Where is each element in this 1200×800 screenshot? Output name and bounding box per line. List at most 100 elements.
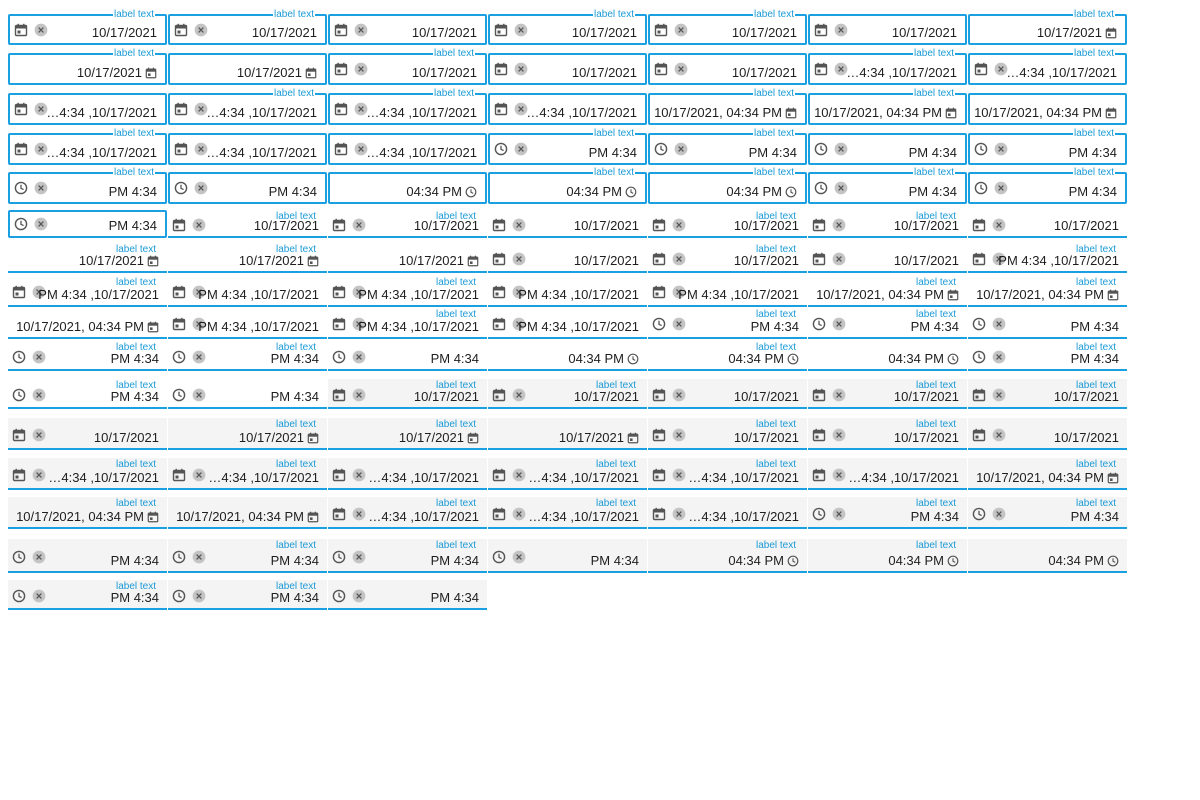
field-value[interactable]: …4:34 ,10/17/2021 [368,470,479,485]
time-picker-field[interactable]: PM 4:34 [968,308,1127,339]
clear-icon[interactable] [192,468,206,482]
clear-icon[interactable] [832,388,846,402]
date-picker-field[interactable]: label text 10/17/2021 [488,379,647,409]
date-picker-field[interactable]: label text PM 4:34 ,10/17/2021 [8,276,167,307]
date-picker-field[interactable]: label text 10/17/2021 [328,210,487,238]
time-picker-field[interactable]: label text 04:34 PM [648,539,807,573]
clock-icon[interactable] [172,350,186,364]
time-picker-field[interactable]: label text PM 4:34 [648,308,807,339]
field-value[interactable]: PM 4:34 ,10/17/2021 [38,287,159,302]
calendar-icon[interactable] [334,23,348,37]
date-picker-field[interactable]: label text …4:34 ,10/17/2021 [808,48,967,85]
date-picker-field[interactable]: 10/17/2021 [488,53,647,85]
date-picker-field[interactable]: label text 10/17/2021 [328,379,487,409]
clear-icon[interactable] [832,428,846,442]
field-value[interactable]: 10/17/2021 [894,430,959,445]
field-value[interactable]: …4:34 ,10/17/2021 [846,65,957,80]
field-value[interactable]: PM 4:34 [109,184,157,199]
date-picker-field[interactable]: PM 4:34 ,10/17/2021 [648,276,807,307]
date-picker-field[interactable]: label text 10/17/2021 [168,9,327,45]
date-picker-field[interactable]: …4:34 ,10/17/2021 [808,458,967,490]
date-picker-field[interactable]: label text …4:34 ,10/17/2021 [328,497,487,529]
field-value[interactable]: PM 4:34 [271,351,319,366]
time-picker-field[interactable]: 04:34 PM [328,172,487,204]
calendar-icon[interactable] [652,252,666,266]
calendar-icon[interactable] [172,285,186,299]
calendar-icon[interactable] [494,102,508,116]
calendar-icon[interactable] [174,23,188,37]
calendar-icon[interactable] [492,285,506,299]
field-value[interactable]: PM 4:34 [269,184,317,199]
date-picker-field[interactable]: label text 10/17/2021 [808,379,967,409]
calendar-icon[interactable] [172,218,186,232]
calendar-icon[interactable] [972,218,986,232]
field-value[interactable]: 10/17/2021 [732,25,797,40]
field-value[interactable]: 10/17/2021 [399,253,479,268]
calendar-icon[interactable] [492,252,506,266]
calendar-icon[interactable] [812,388,826,402]
date-picker-field[interactable]: label text 10/17/2021, 04:34 PM [968,276,1127,307]
field-value[interactable]: PM 4:34 ,10/17/2021 [518,287,639,302]
field-value[interactable]: 10/17/2021 [92,25,157,40]
clock-icon[interactable] [172,550,186,564]
calendar-icon[interactable] [652,388,666,402]
clear-icon[interactable] [354,62,368,76]
date-picker-field[interactable]: label text 10/17/2021 [648,418,807,450]
time-picker-field[interactable]: 04:34 PM [968,539,1127,573]
time-picker-field[interactable]: PM 4:34 [168,379,327,409]
clear-icon[interactable] [32,589,46,603]
time-picker-field[interactable]: label text PM 4:34 [968,128,1127,165]
clock-icon[interactable] [652,317,666,331]
clock-icon[interactable] [947,353,959,365]
date-picker-field[interactable]: label text 10/17/2021 [8,9,167,45]
field-value[interactable]: 10/17/2021 [732,65,797,80]
clock-icon[interactable] [625,186,637,198]
field-value[interactable]: PM 4:34 ,10/17/2021 [198,319,319,334]
date-picker-field[interactable]: label text …4:34 ,10/17/2021 [168,88,327,125]
time-picker-field[interactable]: label text PM 4:34 [168,539,327,573]
calendar-icon[interactable] [972,388,986,402]
date-picker-field[interactable]: 10/17/2021 [488,210,647,238]
field-value[interactable]: 10/17/2021 [734,218,799,233]
date-picker-field[interactable]: 10/17/2021 [808,14,967,45]
field-value[interactable]: …4:34 ,10/17/2021 [366,105,477,120]
calendar-icon[interactable] [1107,472,1119,484]
calendar-icon[interactable] [972,252,986,266]
field-value[interactable]: 04:34 PM [568,351,639,366]
clear-icon[interactable] [32,388,46,402]
time-picker-field[interactable]: PM 4:34 [328,341,487,371]
date-picker-field[interactable]: 10/17/2021 [968,210,1127,238]
time-picker-field[interactable]: 04:34 PM [808,341,967,371]
calendar-icon[interactable] [785,107,797,119]
clear-icon[interactable] [352,468,366,482]
field-value[interactable]: PM 4:34 [751,319,799,334]
clear-icon[interactable] [674,62,688,76]
time-picker-field[interactable]: label text 04:34 PM [648,341,807,371]
time-picker-field[interactable]: PM 4:34 [328,580,487,610]
date-picker-field[interactable]: …4:34 ,10/17/2021 [328,133,487,165]
calendar-icon[interactable] [494,23,508,37]
field-value[interactable]: 10/17/2021 [414,218,479,233]
clear-icon[interactable] [832,317,846,331]
clear-icon[interactable] [672,507,686,521]
field-value[interactable]: 10/17/2021 [734,430,799,445]
field-value[interactable]: 10/17/2021, 04:34 PM [176,509,319,524]
clock-icon[interactable] [812,507,826,521]
date-picker-field[interactable]: label text 10/17/2021 [808,210,967,238]
date-picker-field[interactable]: 10/17/2021 [168,53,327,85]
field-value[interactable]: PM 4:34 [1069,184,1117,199]
clock-icon[interactable] [12,589,26,603]
time-picker-field[interactable]: label text PM 4:34 [648,128,807,165]
date-picker-field[interactable]: …4:34 ,10/17/2021 [8,93,167,125]
clock-icon[interactable] [1107,555,1119,567]
field-value[interactable]: …4:34 ,10/17/2021 [526,105,637,120]
field-value[interactable]: …4:34 ,10/17/2021 [848,470,959,485]
clock-icon[interactable] [654,142,668,156]
clear-icon[interactable] [352,350,366,364]
field-value[interactable]: …4:34 ,10/17/2021 [528,470,639,485]
calendar-icon[interactable] [307,511,319,523]
date-picker-field[interactable]: label text …4:34 ,10/17/2021 [648,458,807,490]
field-value[interactable]: 10/17/2021 [894,218,959,233]
time-picker-field[interactable]: label text PM 4:34 [808,167,967,204]
calendar-icon[interactable] [467,255,479,267]
